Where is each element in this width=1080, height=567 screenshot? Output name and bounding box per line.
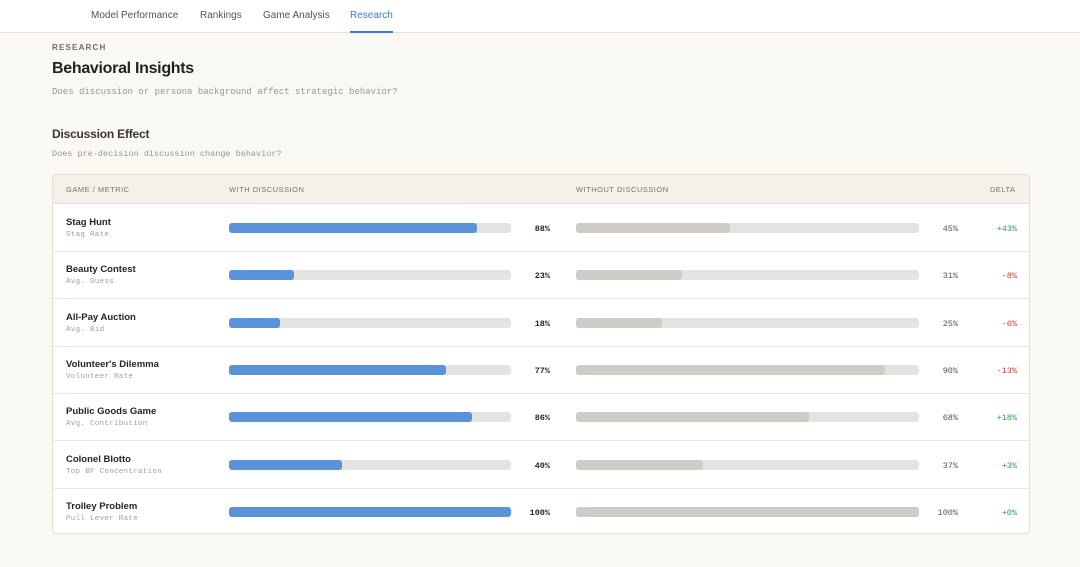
without-discussion-bar-track <box>576 364 919 375</box>
with-discussion-bar-track <box>229 412 511 423</box>
with-discussion-bar <box>229 412 472 423</box>
with-discussion-value: 40% <box>534 460 550 471</box>
table-row: Beauty Contest Avg. Guess 23% 31% -8% <box>53 252 1029 300</box>
without-discussion-bar <box>576 317 662 328</box>
table-header: GAME / METRIC WITH DISCUSSION WITHOUT DI… <box>53 175 1029 204</box>
without-discussion-value: 100% <box>937 507 958 518</box>
without-discussion-value: 45% <box>942 224 958 234</box>
with-discussion-value: 77% <box>534 365 550 376</box>
delta-value: -8% <box>1001 271 1017 282</box>
discussion-effect-table: GAME / METRIC WITH DISCUSSION WITHOUT DI… <box>52 174 1030 534</box>
with-discussion-value: 18% <box>534 318 550 329</box>
section-title: Discussion Effect <box>52 127 150 141</box>
page-subtitle: Does discussion or persona background af… <box>52 87 398 97</box>
game-name: Volunteer's Dilemma <box>66 358 159 370</box>
page-title: Behavioral Insights <box>52 60 194 77</box>
metric-name: Top BF Concentration <box>66 467 163 476</box>
without-discussion-bar <box>576 412 810 423</box>
without-discussion-value: 90% <box>942 365 958 376</box>
table-row: All-Pay Auction Avg. Bid 18% 25% -6% <box>53 300 1029 347</box>
without-discussion-bar <box>576 364 885 375</box>
table-row: Public Goods Game Avg. Contribution 86% 68%… <box>53 394 1029 442</box>
without-discussion-bar-track <box>576 412 919 423</box>
metric-name: Avg. Bid <box>66 325 105 334</box>
game-name: Trolley Problem <box>66 500 138 512</box>
without-discussion-bar-track <box>576 506 919 517</box>
without-discussion-bar-track <box>576 223 919 233</box>
without-discussion-value: 31% <box>942 271 958 282</box>
with-discussion-bar <box>229 317 280 328</box>
with-discussion-bar-track <box>229 270 511 281</box>
delta-value: -6% <box>1001 318 1017 329</box>
game-name: Stag Hunt <box>66 217 111 228</box>
without-discussion-bar <box>576 270 683 281</box>
metric-name: Stag Rate <box>66 231 110 239</box>
with-discussion-bar <box>229 364 447 375</box>
delta-value: +3% <box>1001 460 1017 471</box>
with-discussion-bar-track <box>229 364 511 375</box>
tab-rankings[interactable]: Rankings <box>200 0 242 33</box>
with-discussion-value: 100% <box>529 507 550 518</box>
without-discussion-value: 37% <box>942 460 958 471</box>
page-eyebrow: RESEARCH <box>52 43 107 52</box>
without-discussion-bar <box>576 223 731 233</box>
metric-name: Volunteer Rate <box>66 372 134 381</box>
game-name: Colonel Blotto <box>66 453 131 465</box>
game-name: All-Pay Auction <box>66 311 136 323</box>
column-header-without: WITHOUT DISCUSSION <box>576 185 669 194</box>
metric-name: Avg. Guess <box>66 278 115 287</box>
with-discussion-bar <box>229 270 294 281</box>
tab-research[interactable]: Research <box>350 0 393 33</box>
game-name: Beauty Contest <box>66 264 136 276</box>
delta-value: +18% <box>996 413 1017 424</box>
tab-game-analysis[interactable]: Game Analysis <box>263 0 330 33</box>
without-discussion-bar <box>576 459 703 470</box>
with-discussion-bar-track <box>229 223 511 233</box>
game-name: Public Goods Game <box>66 406 157 418</box>
with-discussion-bar <box>229 459 342 470</box>
table-row: Volunteer's Dilemma Volunteer Rate 77% 90% -… <box>53 347 1029 394</box>
column-header-game: GAME / METRIC <box>66 185 130 194</box>
without-discussion-bar-track <box>576 270 919 281</box>
without-discussion-bar <box>576 506 919 517</box>
metric-name: Avg. Contribution <box>66 420 148 429</box>
delta-value: -13% <box>996 365 1017 376</box>
table-row: Colonel Blotto Top BF Concentration 40% 37%… <box>53 442 1029 489</box>
delta-value: +0% <box>1001 507 1017 518</box>
with-discussion-bar <box>229 506 511 517</box>
delta-value: +43% <box>996 224 1017 234</box>
section-subtitle: Does pre-decision discussion change beha… <box>52 149 282 159</box>
table-row: Trolley Problem Pull Lever Rate 100% 100% +0… <box>53 489 1029 533</box>
with-discussion-bar-track <box>229 506 511 517</box>
column-header-delta: DELTA <box>990 185 1016 194</box>
metric-name: Pull Lever Rate <box>66 514 139 523</box>
column-header-with: WITH DISCUSSION <box>229 185 305 194</box>
with-discussion-value: 88% <box>534 224 550 234</box>
tab-model-performance[interactable]: Model Performance <box>91 0 178 33</box>
top-navigation: Model Performance Rankings Game Analysis… <box>0 0 1080 33</box>
without-discussion-value: 68% <box>942 413 958 424</box>
with-discussion-bar-track <box>229 459 511 470</box>
without-discussion-bar-track <box>576 459 919 470</box>
with-discussion-bar-track <box>229 317 511 328</box>
without-discussion-bar-track <box>576 317 919 328</box>
with-discussion-value: 86% <box>534 413 550 424</box>
with-discussion-value: 23% <box>534 271 550 282</box>
without-discussion-value: 25% <box>942 318 958 329</box>
table-row: Stag Hunt Stag Rate 88% 45% +43% <box>53 205 1029 252</box>
with-discussion-bar <box>229 223 478 233</box>
